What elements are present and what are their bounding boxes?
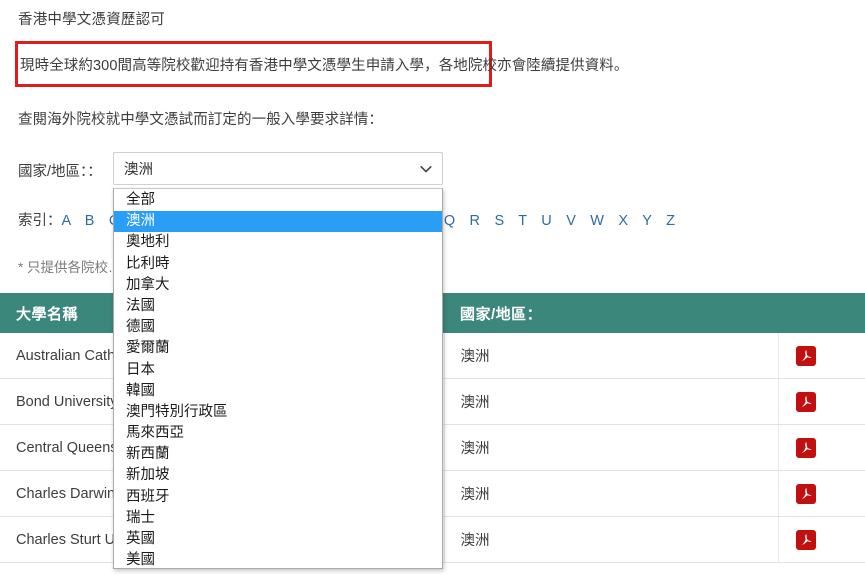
- chevron-down-icon: [418, 161, 434, 177]
- option-item[interactable]: 美國: [114, 550, 442, 569]
- cell-country: 澳洲: [444, 471, 778, 517]
- option-item[interactable]: 比利時: [114, 254, 442, 275]
- pdf-icon[interactable]: [795, 436, 850, 460]
- option-item[interactable]: 馬來西亞: [114, 423, 442, 444]
- option-item[interactable]: 全部: [114, 190, 442, 211]
- option-item[interactable]: 英國: [114, 529, 442, 550]
- subline-text: 查閱海外院校就中學文憑試而訂定的一般入學要求詳情：: [18, 108, 383, 129]
- cell-document: [778, 471, 865, 517]
- pdf-icon[interactable]: [795, 482, 850, 506]
- option-item[interactable]: 日本: [114, 360, 442, 381]
- pdf-icon[interactable]: [795, 344, 850, 368]
- pdf-icon[interactable]: [795, 528, 850, 552]
- country-region-label: 國家/地區：：: [18, 160, 102, 181]
- option-item[interactable]: 法國: [114, 296, 442, 317]
- page-root: 香港中學文憑資歷認可 現時全球約300間高等院校歡迎持有香港中學文憑學生申請入學…: [0, 0, 865, 575]
- cell-country: 澳洲: [444, 517, 778, 563]
- cell-country: 澳洲: [444, 333, 778, 379]
- country-region-select[interactable]: 澳洲: [113, 152, 443, 185]
- cell-document: [778, 425, 865, 471]
- cell-document: [778, 517, 865, 563]
- option-item[interactable]: 澳門特別行政區: [114, 402, 442, 423]
- cell-document: [778, 333, 865, 379]
- country-region-selected-value: 澳洲: [124, 158, 418, 179]
- option-item-selected[interactable]: 澳洲: [114, 211, 442, 232]
- option-item[interactable]: 韓國: [114, 381, 442, 402]
- cell-country: 澳洲: [444, 425, 778, 471]
- option-item[interactable]: 愛爾蘭: [114, 338, 442, 359]
- index-label: 索引：: [18, 213, 62, 229]
- option-item[interactable]: 新加坡: [114, 465, 442, 486]
- option-item[interactable]: 德國: [114, 317, 442, 338]
- option-item[interactable]: 西班牙: [114, 487, 442, 508]
- column-header-document: [778, 293, 865, 333]
- cell-document: [778, 379, 865, 425]
- option-item[interactable]: 奧地利: [114, 232, 442, 253]
- intro-notice-text: 現時全球約300間高等院校歡迎持有香港中學文憑學生申請入學，各地院校亦會陸續提供…: [20, 54, 629, 75]
- option-item[interactable]: 加拿大: [114, 275, 442, 296]
- page-title: 香港中學文憑資歷認可: [18, 8, 165, 29]
- column-header-country-region: 國家/地區：: [444, 293, 778, 333]
- cell-country: 澳洲: [444, 379, 778, 425]
- country-region-options-list[interactable]: 全部 澳洲 奧地利 比利時 加拿大 法國 德國 愛爾蘭 日本 韓國 澳門特別行政…: [113, 188, 443, 569]
- footnote-text: * 只提供各院校…: [18, 256, 122, 276]
- option-item[interactable]: 新西蘭: [114, 444, 442, 465]
- pdf-icon[interactable]: [795, 390, 850, 414]
- option-item[interactable]: 瑞士: [114, 508, 442, 529]
